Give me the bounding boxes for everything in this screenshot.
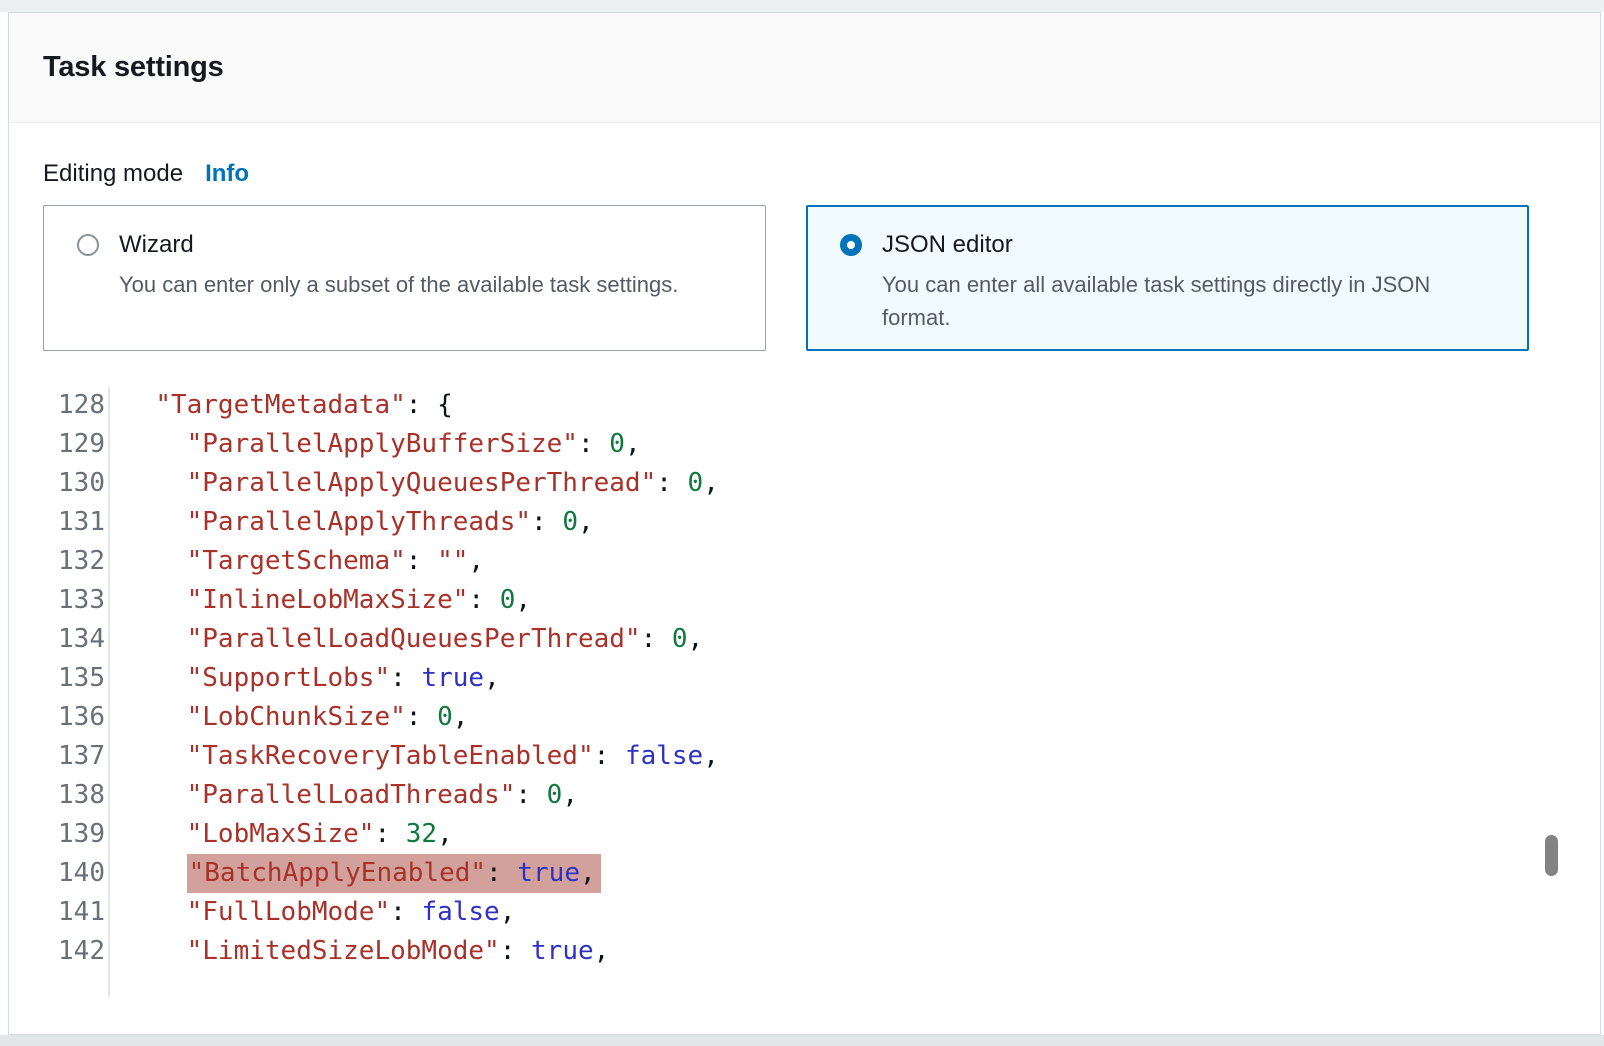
json-editor-option-tile[interactable]: JSON editor You can enter all available … [806,205,1529,351]
code-text: "LobMaxSize": 32, [105,815,453,854]
line-number: 130 [43,464,105,503]
wizard-radio-button[interactable] [77,234,99,256]
code-text: "TargetSchema": "", [105,542,484,581]
code-line: 129 "ParallelApplyBufferSize": 0, [43,425,1566,464]
page-bottom-margin [0,1035,1604,1046]
code-line: 139 "LobMaxSize": 32, [43,815,1566,854]
editing-mode-row: Editing mode Info [43,160,1566,188]
code-lines: 128 "TargetMetadata": {129 "ParallelAppl… [43,386,1566,971]
line-number: 129 [43,425,105,464]
json-editor-option-head: JSON editor [840,231,1508,259]
json-code-editor[interactable]: 128 "TargetMetadata": {129 "ParallelAppl… [43,386,1566,971]
line-number: 140 [43,854,105,893]
code-line: 137 "TaskRecoveryTableEnabled": false, [43,737,1566,776]
code-line: 141 "FullLobMode": false, [43,893,1566,932]
code-text: "ParallelLoadQueuesPerThread": 0, [105,620,703,659]
wizard-option-description: You can enter only a subset of the avail… [119,268,727,301]
code-line: 134 "ParallelLoadQueuesPerThread": 0, [43,620,1566,659]
code-text: "ParallelApplyQueuesPerThread": 0, [105,464,719,503]
page-top-margin [0,0,1604,12]
code-line: 128 "TargetMetadata": { [43,386,1566,425]
code-line: 132 "TargetSchema": "", [43,542,1566,581]
line-number: 133 [43,581,105,620]
code-text: "FullLobMode": false, [105,893,515,932]
code-text: "LobChunkSize": 0, [105,698,468,737]
panel-header: Task settings [9,13,1600,123]
json-editor-option-description: You can enter all available task setting… [882,268,1490,334]
wizard-option-label: Wizard [119,231,194,259]
editing-mode-label: Editing mode [43,160,183,188]
code-line: 133 "InlineLobMaxSize": 0, [43,581,1566,620]
line-number: 142 [43,932,105,971]
code-line: 136 "LobChunkSize": 0, [43,698,1566,737]
code-line: 131 "ParallelApplyThreads": 0, [43,503,1566,542]
line-number: 131 [43,503,105,542]
gutter-separator [108,387,110,997]
panel-content: Editing mode Info Wizard You can enter o… [9,160,1600,971]
code-line: 142 "LimitedSizeLobMode": true, [43,932,1566,971]
code-text: "SupportLobs": true, [105,659,500,698]
info-link[interactable]: Info [205,160,249,188]
line-number: 139 [43,815,105,854]
line-number: 128 [43,386,105,425]
line-number: 132 [43,542,105,581]
wizard-option-head: Wizard [77,231,745,259]
code-line: 138 "ParallelLoadThreads": 0, [43,776,1566,815]
line-number: 137 [43,737,105,776]
code-text: "ParallelApplyThreads": 0, [105,503,594,542]
highlighted-code: "BatchApplyEnabled": true, [187,854,601,893]
code-text: "TaskRecoveryTableEnabled": false, [105,737,719,776]
code-text: "BatchApplyEnabled": true, [105,854,601,893]
line-number: 138 [43,776,105,815]
line-number: 135 [43,659,105,698]
code-line: 130 "ParallelApplyQueuesPerThread": 0, [43,464,1566,503]
code-text: "ParallelLoadThreads": 0, [105,776,578,815]
json-editor-option-label: JSON editor [882,231,1013,259]
scrollbar-thumb[interactable] [1545,835,1558,876]
code-text: "ParallelApplyBufferSize": 0, [105,425,641,464]
code-text: "LimitedSizeLobMode": true, [105,932,609,971]
editing-mode-options: Wizard You can enter only a subset of th… [43,205,1566,351]
json-editor-radio-button[interactable] [840,234,862,256]
task-settings-panel: Task settings Editing mode Info Wizard Y… [8,12,1601,1035]
line-number: 134 [43,620,105,659]
line-number: 136 [43,698,105,737]
code-text: "InlineLobMaxSize": 0, [105,581,531,620]
line-number: 141 [43,893,105,932]
page-title: Task settings [43,51,224,84]
wizard-option-tile[interactable]: Wizard You can enter only a subset of th… [43,205,766,351]
code-line: 135 "SupportLobs": true, [43,659,1566,698]
code-line: 140 "BatchApplyEnabled": true, [43,854,1566,893]
code-text: "TargetMetadata": { [105,386,453,425]
